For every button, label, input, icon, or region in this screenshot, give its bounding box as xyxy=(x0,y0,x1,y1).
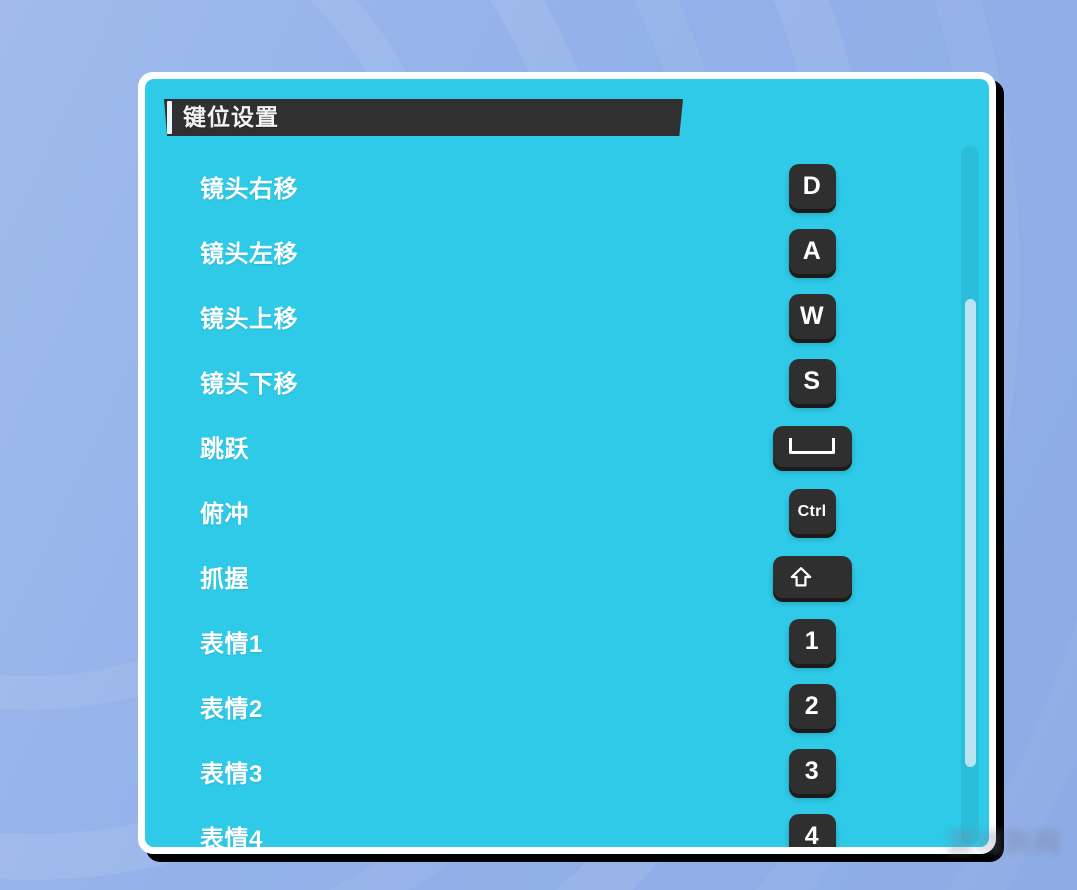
key-cap-modifier[interactable]: Ctrl xyxy=(788,489,836,534)
vertical-scrollbar-track[interactable] xyxy=(961,146,979,845)
keybind-key-slot[interactable]: 2 xyxy=(757,684,867,729)
keybind-key-slot[interactable]: 3 xyxy=(757,749,867,794)
keybind-action-label: 镜头右移 xyxy=(200,176,298,203)
keybind-row[interactable]: 镜头上移 W xyxy=(145,284,989,349)
keybind-row[interactable]: 镜头右移 D xyxy=(145,154,989,219)
keybind-key-slot[interactable]: Ctrl xyxy=(757,489,867,534)
keybind-key-slot[interactable]: 1 xyxy=(757,619,867,664)
keybind-row[interactable]: 镜头左移 A xyxy=(145,219,989,284)
panel-inner-surface: 键位设置 镜头右移 D 镜头左移 A 镜头上移 W 镜头下移 S 跳跃 俯冲 Ctrl 抓握 表情1 1 表… xyxy=(145,79,989,847)
keybind-row[interactable]: 抓握 xyxy=(145,544,989,609)
keybind-key-slot[interactable] xyxy=(757,426,867,467)
keybind-action-label: 镜头左移 xyxy=(200,241,298,268)
keybind-row[interactable]: 镜头下移 S xyxy=(145,349,989,414)
key-cap-number[interactable]: 1 xyxy=(788,619,836,664)
keybind-action-label: 镜头上移 xyxy=(200,306,298,333)
keybind-key-slot[interactable]: W xyxy=(757,294,867,339)
keybind-list: 镜头右移 D 镜头左移 A 镜头上移 W 镜头下移 S 跳跃 俯冲 Ctrl 抓握 表情1 1 表情2 2 表情… xyxy=(145,146,989,847)
keybind-action-label: 镜头下移 xyxy=(200,371,298,398)
keybind-scroll-area[interactable]: 镜头右移 D 镜头左移 A 镜头上移 W 镜头下移 S 跳跃 俯冲 Ctrl 抓握 表情1 1 表情2 2 表情… xyxy=(145,146,989,847)
key-cap-space[interactable] xyxy=(772,426,852,467)
vertical-scrollbar-thumb[interactable] xyxy=(965,299,976,767)
keybind-key-slot[interactable]: 4 xyxy=(757,814,867,847)
keybind-row[interactable]: 表情4 4 xyxy=(145,804,989,847)
key-cap-letter[interactable]: W xyxy=(788,294,836,339)
watermark: 游戏狗网 xyxy=(947,828,1063,858)
key-cap-number[interactable]: 2 xyxy=(788,684,836,729)
keybind-row[interactable]: 表情2 2 xyxy=(145,674,989,739)
key-cap-letter[interactable]: D xyxy=(788,164,836,209)
keybind-key-slot[interactable]: A xyxy=(757,229,867,274)
key-cap-shift[interactable] xyxy=(772,555,852,598)
key-cap-number[interactable]: 4 xyxy=(788,814,836,847)
key-cap-letter[interactable]: A xyxy=(788,229,836,274)
key-cap-number[interactable]: 3 xyxy=(788,749,836,794)
keybind-action-label: 表情1 xyxy=(200,631,263,658)
keybind-action-label: 抓握 xyxy=(200,566,249,593)
panel-title-bar: 键位设置 xyxy=(164,99,683,136)
title-accent-bar xyxy=(167,101,172,134)
keybind-action-label: 俯冲 xyxy=(200,501,249,528)
keybinding-settings-panel: 键位设置 镜头右移 D 镜头左移 A 镜头上移 W 镜头下移 S 跳跃 俯冲 Ctrl 抓握 表情1 1 表… xyxy=(138,72,996,854)
keybind-row[interactable]: 跳跃 xyxy=(145,414,989,479)
keybind-row[interactable]: 表情1 1 xyxy=(145,609,989,674)
shift-arrow-icon xyxy=(789,566,813,588)
keybind-row[interactable]: 俯冲 Ctrl xyxy=(145,479,989,544)
page-title: 键位设置 xyxy=(183,104,279,130)
key-cap-letter[interactable]: S xyxy=(788,359,836,404)
keybind-key-slot[interactable]: S xyxy=(757,359,867,404)
keybind-action-label: 表情4 xyxy=(200,826,263,847)
keybind-row[interactable]: 表情3 3 xyxy=(145,739,989,804)
keybind-action-label: 跳跃 xyxy=(200,436,249,463)
keybind-key-slot[interactable] xyxy=(757,555,867,598)
keybind-action-label: 表情3 xyxy=(200,761,263,788)
spacebar-icon xyxy=(789,437,835,454)
keybind-action-label: 表情2 xyxy=(200,696,263,723)
keybind-key-slot[interactable]: D xyxy=(757,164,867,209)
